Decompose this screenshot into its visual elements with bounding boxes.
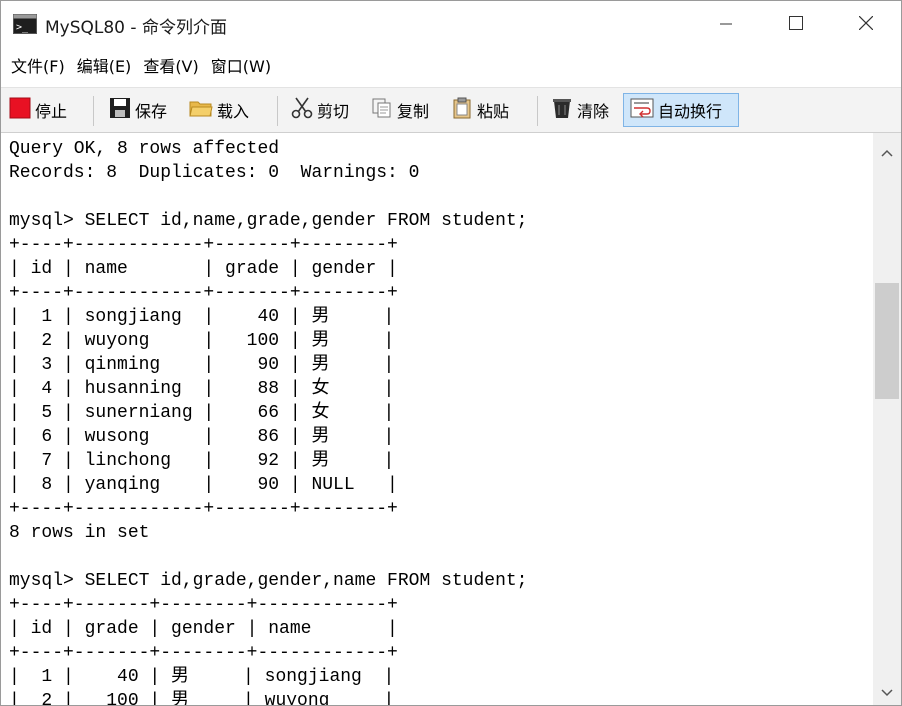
vertical-scrollbar[interactable]	[873, 133, 901, 705]
scissors-icon	[291, 97, 313, 123]
toolbar-separator	[93, 96, 94, 126]
toolbar-separator	[277, 96, 278, 126]
window-title: MySQL80 - 命令列介面	[45, 18, 227, 38]
menu-bar: 文件(F) 编辑(E) 查看(V) 窗口(W)	[1, 47, 901, 87]
trash-icon	[551, 97, 573, 123]
console-line: | 4 | husanning | 88 | 女 |	[9, 379, 395, 399]
mysql-console-window: >_ MySQL80 - 命令列介面 文件(F) 编辑(E) 查看(V) 窗口(…	[0, 0, 902, 706]
menu-file[interactable]: 文件(F)	[5, 52, 71, 82]
console-line: | 5 | sunerniang | 66 | 女 |	[9, 403, 395, 423]
console-line: | 1 | 40 | 男 | songjiang |	[9, 667, 395, 687]
stop-icon	[9, 97, 31, 123]
console-line: | 2 | wuyong | 100 | 男 |	[9, 331, 395, 351]
console-line: Records: 8 Duplicates: 0 Warnings: 0	[9, 163, 420, 183]
load-label: 载入	[217, 102, 250, 121]
maximize-button[interactable]	[761, 1, 831, 47]
console-line: | 8 | yanqing | 90 | NULL |	[9, 475, 398, 495]
clear-button[interactable]: 清除	[545, 93, 615, 127]
console-line: 8 rows in set	[9, 523, 150, 543]
floppy-disk-icon	[109, 97, 131, 123]
scroll-up-button[interactable]	[873, 137, 901, 165]
word-wrap-button[interactable]: 自动换行	[623, 93, 739, 127]
console-line: | 7 | linchong | 92 | 男 |	[9, 451, 395, 471]
cut-button[interactable]: 剪切	[285, 93, 355, 127]
paste-label: 粘贴	[477, 102, 510, 121]
word-wrap-label: 自动换行	[658, 102, 723, 121]
minimize-icon	[720, 15, 732, 34]
menu-edit[interactable]: 编辑(E)	[71, 52, 138, 82]
console-output[interactable]: Query OK, 8 rows affected Records: 8 Dup…	[1, 133, 873, 705]
console-line: mysql> SELECT id,name,grade,gender FROM …	[9, 211, 528, 231]
console-line: Query OK, 8 rows affected	[9, 139, 280, 159]
save-button[interactable]: 保存	[103, 93, 173, 127]
toolbar-separator	[537, 96, 538, 126]
console-line: | 1 | songjiang | 40 | 男 |	[9, 307, 395, 327]
maximize-icon	[789, 15, 803, 34]
menu-window[interactable]: 窗口(W)	[205, 52, 277, 82]
svg-text:>_: >_	[16, 22, 29, 33]
console-line: | id | grade | gender | name |	[9, 619, 398, 639]
word-wrap-icon	[630, 97, 654, 123]
console-line: | 3 | qinming | 90 | 男 |	[9, 355, 395, 375]
clear-label: 清除	[577, 102, 610, 121]
console-line: | id | name | grade | gender |	[9, 259, 398, 279]
console-line: mysql> SELECT id,grade,gender,name FROM …	[9, 571, 528, 591]
console-line: +----+-------+--------+------------+	[9, 595, 398, 615]
console-line: +----+------------+-------+--------+	[9, 235, 398, 255]
copy-icon	[371, 97, 393, 123]
chevron-up-icon	[881, 142, 893, 161]
console-line: +----+------------+-------+--------+	[9, 283, 398, 303]
copy-label: 复制	[397, 102, 430, 121]
toolbar: 停止 保存 载入 剪切 复制 粘贴 清除 自动换行	[1, 87, 901, 133]
cut-label: 剪切	[317, 102, 350, 121]
title-bar[interactable]: >_ MySQL80 - 命令列介面	[1, 1, 901, 47]
close-icon	[858, 15, 874, 34]
minimize-button[interactable]	[691, 1, 761, 47]
folder-icon	[189, 97, 213, 123]
chevron-down-icon	[881, 682, 893, 701]
console-line: | 2 | 100 | 男 | wuyong |	[9, 691, 395, 705]
console-app-icon: >_	[13, 14, 37, 34]
console-line: | 6 | wusong | 86 | 男 |	[9, 427, 395, 447]
copy-button[interactable]: 复制	[365, 93, 435, 127]
menu-view[interactable]: 查看(V)	[137, 52, 204, 82]
close-button[interactable]	[831, 1, 901, 47]
paste-button[interactable]: 粘贴	[445, 93, 515, 127]
scroll-down-button[interactable]	[873, 677, 901, 705]
clipboard-icon	[451, 97, 473, 123]
console-line: +----+-------+--------+------------+	[9, 643, 398, 663]
console-line: +----+------------+-------+--------+	[9, 499, 398, 519]
stop-label: 停止	[35, 102, 68, 121]
save-label: 保存	[135, 102, 168, 121]
stop-button[interactable]: 停止	[3, 93, 73, 127]
load-button[interactable]: 载入	[183, 93, 255, 127]
scrollbar-thumb[interactable]	[875, 283, 899, 399]
